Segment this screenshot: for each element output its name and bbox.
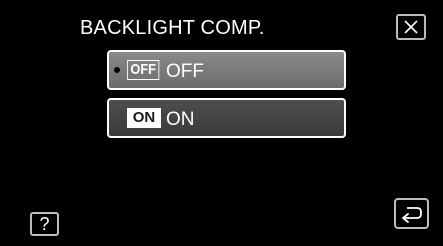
off-mode-icon: OFF (127, 60, 160, 80)
option-on-button[interactable]: ON ON (107, 98, 346, 138)
back-arrow-icon (402, 207, 422, 223)
option-on-label: ON (166, 109, 195, 130)
option-off-label: OFF (166, 61, 204, 82)
close-icon (404, 20, 418, 34)
close-button[interactable] (396, 14, 426, 40)
screen-title: BACKLIGHT COMP. (80, 17, 265, 39)
help-button[interactable]: ? (30, 212, 59, 236)
selected-dot-icon (114, 67, 120, 73)
on-mode-icon: ON (127, 108, 161, 128)
option-off-button[interactable]: OFF OFF (107, 50, 346, 90)
back-button[interactable] (394, 198, 429, 229)
